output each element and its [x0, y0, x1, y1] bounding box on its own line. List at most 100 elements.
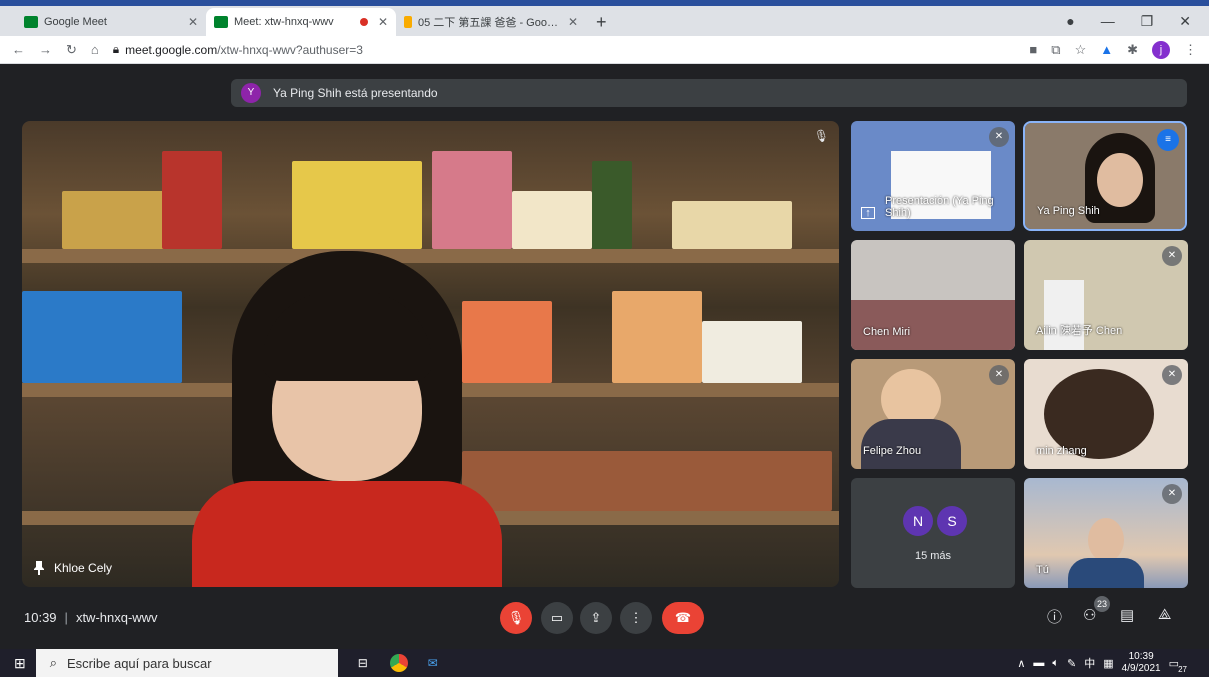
address-bar-row: ← → ↻ ⌂ 🔒︎ meet.google.com/xtw-hnxq-wwv?…	[0, 36, 1209, 64]
pen-icon[interactable]: ✎	[1067, 657, 1076, 670]
main-video-tile[interactable]: 🎙︎ Khloe Cely	[22, 121, 839, 587]
mail-icon[interactable]: ✉	[428, 656, 438, 670]
windows-taskbar: ⊞ ⌕ Escribe aquí para buscar ⊟ ✉ ∧ ▬ 🔈︎ …	[0, 649, 1209, 677]
participant-tile[interactable]: Chen Miri	[851, 240, 1015, 350]
leave-call-button[interactable]: ☎︎	[662, 602, 704, 634]
avatar: S	[937, 506, 967, 536]
task-view-icon[interactable]: ⊟	[358, 656, 368, 670]
keyboard-icon[interactable]: ▦	[1103, 657, 1113, 670]
meeting-info: 10:39 | xtw-hnxq-wwv	[24, 610, 158, 625]
people-icon[interactable]: ⚇	[1083, 606, 1096, 624]
clock-time: 10:39	[1128, 651, 1154, 662]
product-box	[432, 151, 512, 249]
mic-off-icon: ✕	[1162, 246, 1182, 266]
url-path: /xtw-hnxq-wwv?authuser=3	[217, 42, 363, 57]
new-tab-button[interactable]: +	[586, 8, 617, 36]
presenter-avatar: Y	[241, 83, 261, 103]
tab-title: Google Meet	[44, 16, 107, 28]
tab-title: Meet: xtw-hnxq-wwv	[234, 16, 334, 28]
present-icon: ↑	[861, 207, 875, 219]
tile-name: Presentación (Ya Ping Shih)	[885, 195, 994, 219]
forward-icon[interactable]: →	[39, 42, 52, 57]
close-window-icon[interactable]: ✕	[1179, 13, 1191, 30]
taskbar-clock[interactable]: 10:39 4/9/2021	[1122, 651, 1161, 675]
lock-icon: 🔒︎	[112, 42, 120, 56]
info-icon[interactable]: ⓘ	[1047, 606, 1062, 627]
clock-date: 4/9/2021	[1121, 663, 1161, 674]
back-icon[interactable]: ←	[12, 42, 25, 57]
bookmark-star-icon[interactable]: ☆	[1075, 42, 1087, 58]
participant-tile[interactable]: Felipe Zhou ✕	[851, 359, 1015, 469]
tab-search-icon[interactable]: ●	[1066, 13, 1074, 29]
tile-name: Chen Miri	[863, 326, 911, 338]
camera-toggle-button[interactable]: ▭	[541, 602, 573, 634]
camera-icon[interactable]: ■	[1029, 42, 1037, 57]
product-box	[612, 291, 702, 383]
home-icon[interactable]: ⌂	[91, 42, 99, 57]
system-tray: ∧ ▬ 🔈︎ ✎ 中 ▦ 10:39 4/9/2021 ▭ 27	[1017, 649, 1187, 677]
reload-icon[interactable]: ↻	[66, 42, 77, 58]
mic-off-icon: ✕	[989, 127, 1009, 147]
taskbar-search[interactable]: ⌕ Escribe aquí para buscar	[35, 649, 338, 677]
self-video	[1088, 518, 1124, 562]
self-body	[1068, 558, 1144, 588]
minimize-icon[interactable]: —	[1101, 13, 1115, 29]
presentation-tile[interactable]: Presentación (Ya Ping Shih) ↑ ✕	[851, 121, 1015, 231]
tab-jamboard[interactable]: 05 二下 第五課 爸爸 - Google Jam ✕	[396, 8, 586, 36]
window-controls: ● — ❐ ✕	[1066, 6, 1209, 36]
mic-toggle-button[interactable]: 🎙︎	[500, 602, 532, 634]
call-controls-bar: 10:39 | xtw-hnxq-wwv 🎙︎ ▭ ⇪ ⋮ ☎︎ ⓘ ⚇ 23 …	[0, 596, 1209, 640]
mic-off-icon: ✕	[1162, 365, 1182, 385]
mic-off-icon: ✕	[989, 365, 1009, 385]
more-options-button[interactable]: ⋮	[620, 602, 652, 634]
tile-name: min zhang	[1036, 445, 1087, 457]
avatar: N	[903, 506, 933, 536]
participant-count-badge: 23	[1094, 596, 1110, 612]
participant-video	[1044, 280, 1084, 350]
self-tile[interactable]: Tú ✕	[1024, 478, 1188, 588]
product-box	[22, 291, 182, 383]
more-participants-tile[interactable]: N S 15 más	[851, 478, 1015, 588]
ime-indicator[interactable]: 中	[1084, 655, 1095, 671]
tab-google-meet[interactable]: Google Meet ✕	[16, 8, 206, 36]
profile-avatar[interactable]: j	[1152, 40, 1170, 59]
tile-name: Tú	[1036, 564, 1049, 576]
close-icon[interactable]: ✕	[568, 15, 578, 29]
notifications-icon[interactable]: ▭ 27	[1169, 657, 1187, 674]
volume-icon[interactable]: 🔈︎	[1052, 657, 1059, 670]
network-icon[interactable]: ▬	[1033, 657, 1044, 669]
show-hidden-icon[interactable]: ∧	[1017, 657, 1025, 670]
participant-tile[interactable]: Ya Ping Shih ≡	[1023, 121, 1187, 231]
drive-icon[interactable]: ▲	[1100, 42, 1113, 57]
participant-name: Khloe Cely	[54, 561, 113, 575]
close-icon[interactable]: ✕	[188, 15, 198, 29]
activities-icon[interactable]: ⟁	[1158, 606, 1171, 623]
chat-icon[interactable]: ▤	[1120, 606, 1134, 624]
tab-meet-call[interactable]: Meet: xtw-hnxq-wwv ✕	[206, 8, 396, 36]
participant-tile[interactable]: min zhang ✕	[1024, 359, 1188, 469]
chrome-icon[interactable]	[389, 654, 408, 672]
participant-tile[interactable]: Ailin 陳若予 Chen ✕	[1024, 240, 1188, 350]
extensions-icon[interactable]: ✱	[1127, 42, 1138, 58]
participant-video	[192, 251, 502, 587]
url-field[interactable]: 🔒︎ meet.google.com/xtw-hnxq-wwv?authuser…	[113, 42, 1016, 57]
current-time: 10:39	[24, 610, 57, 625]
close-icon[interactable]: ✕	[378, 15, 388, 29]
speaking-indicator-icon: ≡	[1157, 129, 1179, 151]
tab-title: 05 二下 第五課 爸爸 - Google Jam	[418, 17, 562, 29]
windows-start-icon[interactable]: ⊞	[14, 655, 26, 672]
product-box	[702, 321, 802, 383]
jamboard-favicon-icon	[404, 16, 412, 28]
present-button[interactable]: ⇪	[580, 602, 612, 634]
tab-strip: Google Meet ✕ Meet: xtw-hnxq-wwv ✕ 05 二下…	[0, 6, 1209, 36]
separator: |	[64, 610, 68, 625]
maximize-icon[interactable]: ❐	[1141, 13, 1154, 30]
menu-icon[interactable]: ⋮	[1184, 42, 1197, 58]
translate-icon[interactable]: ⧉	[1051, 42, 1060, 58]
participant-face	[1097, 153, 1143, 207]
pin-icon[interactable]	[34, 561, 44, 575]
more-avatars: N S	[903, 506, 967, 536]
product-box	[672, 201, 792, 249]
url-host: meet.google.com	[125, 42, 218, 57]
tile-name: Ailin 陳若予 Chen	[1036, 325, 1123, 337]
